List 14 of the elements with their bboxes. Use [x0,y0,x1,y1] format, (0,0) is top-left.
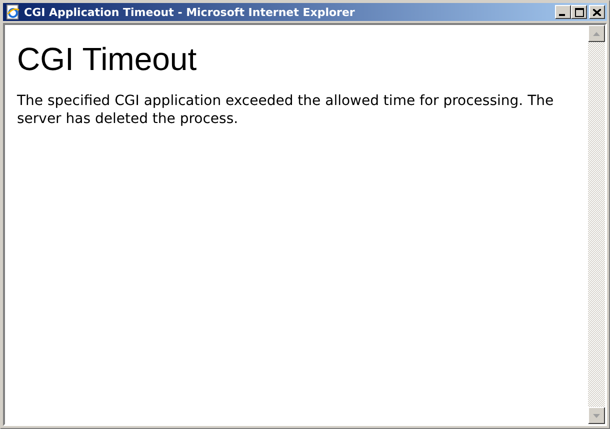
browser-icon [5,4,21,20]
vertical-scrollbar[interactable] [588,25,605,424]
error-message: The specified CGI application exceeded the allowed time for processing. The server has deleted the process. [17,92,555,128]
up-arrow-icon [593,32,600,36]
page-heading: CGI Timeout [17,41,198,78]
window-title: CGI Application Timeout - Microsoft Internet Explorer [24,6,356,18]
down-arrow-icon [593,414,600,418]
close-button[interactable] [589,5,605,19]
scroll-up-button[interactable] [588,25,605,42]
close-icon [593,8,601,16]
scroll-down-button[interactable] [588,407,605,424]
minimize-button[interactable] [555,5,571,19]
maximize-icon [574,8,584,16]
maximize-button[interactable] [571,5,587,19]
